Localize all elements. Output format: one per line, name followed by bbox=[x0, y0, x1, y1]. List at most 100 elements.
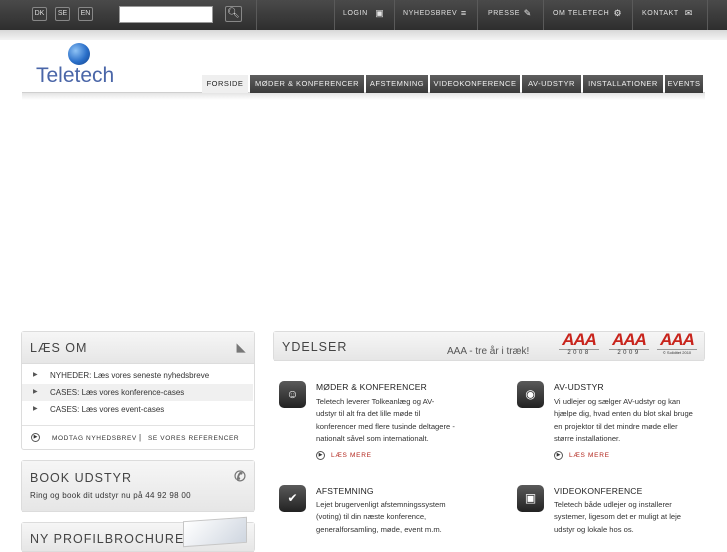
aaa-badge-label: AAA bbox=[612, 330, 647, 349]
logo-text[interactable]: Teletech bbox=[36, 64, 114, 88]
monitor-icon[interactable]: ▣ bbox=[517, 485, 544, 512]
service-title-moder[interactable]: MØDER & KONFERENCER bbox=[316, 382, 427, 392]
tab-moder-konferencer[interactable]: MØDER & KONFERENCER bbox=[250, 75, 364, 93]
rss-icon: ≡ bbox=[460, 8, 467, 18]
laes-om-title: LÆS OM bbox=[30, 341, 88, 355]
tab-events[interactable]: EVENTS bbox=[665, 75, 703, 93]
service-desc-moder: Teletech leverer Tolkeanlæg og AV- udsty… bbox=[316, 396, 455, 446]
service-title-av-udstyr[interactable]: AV-UDSTYR bbox=[554, 382, 604, 392]
rss-icon[interactable]: ◣ bbox=[235, 342, 247, 354]
aaa-badge-2010: AAA © Soliditet 2010 bbox=[657, 330, 697, 355]
service-desc-line: større installationer. bbox=[554, 434, 621, 444]
service-desc-line: Teletech leverer Tolkeanlæg og AV- bbox=[316, 397, 435, 406]
news-item-label: CASES: Læs vores event-cases bbox=[50, 405, 165, 414]
logo-globe-icon[interactable] bbox=[68, 43, 90, 65]
news-item[interactable]: ▶ CASES: Læs vores konference-cases bbox=[22, 384, 253, 401]
service-desc-line: hjælpe dig, hvad enten du blot skal brug… bbox=[554, 409, 693, 419]
service-desc-afstemning: Lejet brugervenligt afstemningssystem (v… bbox=[316, 499, 446, 536]
service-desc-line: Vi udlejer og sælger AV-udstyr og kan bbox=[554, 397, 681, 406]
aaa-badge-2009: AAA 2009 bbox=[609, 330, 649, 356]
profilbrochure-title: NY PROFILBROCHURE bbox=[30, 532, 185, 546]
laes-om-panel: LÆS OM ◣ ▶ NYHEDER: Læs vores seneste nyh… bbox=[21, 331, 255, 450]
aaa-tagline: AAA - tre år i træk! bbox=[447, 346, 530, 357]
service-title-afstemning[interactable]: AFSTEMNING bbox=[316, 486, 374, 496]
topbar-divider bbox=[632, 0, 633, 30]
service-desc-line: nationalt såvel som internationalt. bbox=[316, 434, 429, 444]
laes-mere-link[interactable]: LÆS MERE bbox=[569, 452, 610, 459]
tab-afstemning[interactable]: AFSTEMNING bbox=[366, 75, 428, 93]
link-separator: | bbox=[139, 433, 142, 442]
search-input[interactable] bbox=[119, 6, 213, 23]
projector-icon[interactable]: ◉ bbox=[517, 381, 544, 408]
arrow-right-icon: ▶ bbox=[33, 372, 38, 378]
topbar-divider bbox=[477, 0, 478, 30]
people-icon[interactable]: ☺ bbox=[279, 381, 306, 408]
service-desc-line: (voting) til din næste konference, bbox=[316, 512, 427, 522]
aaa-badge-year: 2009 bbox=[609, 349, 649, 356]
news-item-label: NYHEDER: Læs vores seneste nyhedsbreve bbox=[50, 371, 210, 380]
book-phone-text: Ring og book dit udstyr nu på 44 92 98 0… bbox=[30, 491, 191, 500]
topbar-divider bbox=[256, 0, 257, 30]
arrow-circle-icon: ▶ bbox=[316, 451, 325, 460]
topbar-divider bbox=[394, 0, 395, 30]
om-teletech-link[interactable]: OM TELETECH bbox=[553, 10, 609, 17]
checkmark-icon[interactable]: ✔ bbox=[279, 485, 306, 512]
language-se-button[interactable]: SE bbox=[55, 7, 70, 21]
tab-videokonference[interactable]: VIDEOKONFERENCE bbox=[430, 75, 520, 93]
news-item[interactable]: ▶ CASES: Læs vores event-cases bbox=[22, 401, 253, 418]
gear-icon: ⚙ bbox=[613, 8, 622, 18]
nav-underline bbox=[22, 92, 705, 100]
presse-link[interactable]: PRESSE bbox=[488, 10, 520, 17]
aaa-badge-label: AAA bbox=[562, 330, 597, 349]
nyhedsbrev-link[interactable]: NYHEDSBREV bbox=[403, 10, 457, 17]
aaa-badge-2008: AAA 2008 bbox=[559, 330, 599, 356]
login-link[interactable]: LOGIN bbox=[343, 10, 368, 17]
service-desc-line: en projektor til det mindre møde eller bbox=[554, 421, 678, 431]
phone-icon: ✆ bbox=[234, 468, 246, 484]
kontakt-link[interactable]: KONTAKT bbox=[642, 10, 679, 17]
laes-mere-link[interactable]: LÆS MERE bbox=[331, 452, 372, 459]
brochure-image[interactable] bbox=[183, 516, 247, 548]
aaa-badge-year: 2008 bbox=[559, 349, 599, 356]
service-title-videokonference[interactable]: VIDEOKONFERENCE bbox=[554, 486, 643, 496]
book-udstyr-header bbox=[22, 461, 254, 512]
se-vores-referencer-link[interactable]: SE VORES REFERENCER bbox=[148, 435, 239, 442]
arrow-circle-icon: ▶ bbox=[554, 451, 563, 460]
aaa-badge-label: AAA bbox=[660, 330, 695, 349]
mail-icon: ✉ bbox=[684, 8, 693, 18]
service-desc-line: Teletech både udlejer og installerer bbox=[554, 500, 672, 509]
service-desc-videokonference: Teletech både udlejer og installerer sys… bbox=[554, 499, 681, 536]
arrow-circle-icon: ▶ bbox=[31, 433, 40, 442]
modtag-nyhedsbrev-link[interactable]: MODTAG NYHEDSBREV bbox=[52, 435, 137, 442]
arrow-right-icon: ▶ bbox=[33, 406, 38, 412]
search-button[interactable]: 🔍︎ bbox=[225, 6, 242, 22]
pencil-icon: ✎ bbox=[523, 8, 532, 18]
top-bar-shadow bbox=[0, 30, 727, 40]
arrow-right-icon: ▶ bbox=[33, 389, 38, 395]
aaa-badge-year: © Soliditet 2010 bbox=[657, 349, 697, 355]
tab-forside[interactable]: FORSIDE bbox=[202, 75, 248, 93]
topbar-divider bbox=[707, 0, 708, 30]
tab-installationer[interactable]: INSTALLATIONER bbox=[583, 75, 663, 93]
service-desc-line: Lejet brugervenligt afstemningssystem bbox=[316, 500, 446, 509]
book-udstyr-panel: BOOK UDSTYR ✆ Ring og book dit udstyr nu… bbox=[21, 460, 255, 512]
news-item-label: CASES: Læs vores konference-cases bbox=[50, 388, 185, 397]
divider bbox=[22, 425, 254, 426]
language-en-button[interactable]: EN bbox=[78, 7, 93, 21]
service-desc-line: systemer, ligesom det er muligt at leje bbox=[554, 512, 682, 522]
topbar-divider bbox=[334, 0, 335, 30]
language-dk-button[interactable]: DK bbox=[32, 7, 47, 21]
service-desc-av-udstyr: Vi udlejer og sælger AV-udstyr og kan hj… bbox=[554, 396, 693, 446]
news-item[interactable]: ▶ NYHEDER: Læs vores seneste nyhedsbreve bbox=[22, 367, 253, 384]
book-udstyr-title: BOOK UDSTYR bbox=[30, 471, 132, 485]
service-desc-line: konferencer med flere tusinde deltagere … bbox=[316, 421, 455, 431]
service-desc-line: udstyr til alt fra det lille møde til bbox=[316, 409, 421, 419]
lock-icon: ▣ bbox=[375, 8, 384, 18]
service-desc-line: generalforsamling, møde, event m.m. bbox=[316, 524, 442, 534]
hero-banner[interactable] bbox=[22, 110, 705, 320]
ydelser-title: YDELSER bbox=[282, 340, 348, 354]
search-icon: 🔍︎ bbox=[227, 8, 240, 19]
topbar-divider bbox=[543, 0, 544, 30]
service-desc-line: udstyr og lokale hos os. bbox=[554, 524, 634, 534]
tab-av-udstyr[interactable]: AV-UDSTYR bbox=[522, 75, 581, 93]
